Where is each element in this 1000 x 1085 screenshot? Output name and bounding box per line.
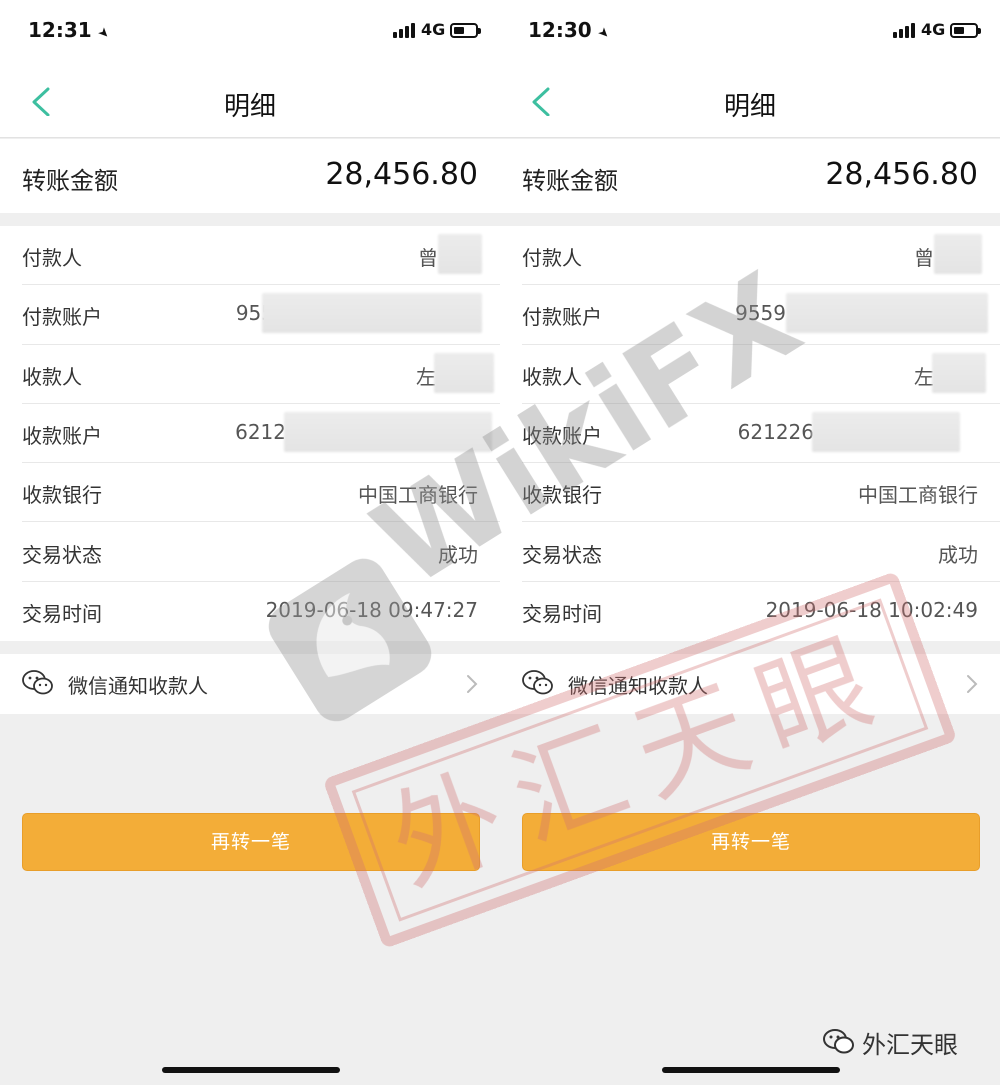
wechat-notify-row[interactable]: 微信通知收款人 (0, 654, 500, 714)
privacy-blur (932, 352, 986, 393)
detail-label: 交易时间 (22, 601, 102, 626)
chevron-right-icon (967, 675, 978, 693)
transfer-again-button[interactable]: 再转一笔 (522, 813, 980, 871)
detail-label: 收款银行 (22, 483, 102, 508)
detail-row-payer-account: 付款账户 955 (0, 285, 500, 345)
detail-label: 收款账户 (522, 423, 602, 448)
chevron-right-icon (467, 675, 478, 693)
transfer-again-button[interactable]: 再转一笔 (22, 813, 480, 871)
transfer-details: 付款人 曾 付款账户 9559 收款人 左 收款账户 621226 收款银行 中… (500, 226, 1000, 641)
footer-brand-text: 外汇天眼 (862, 1030, 958, 1059)
privacy-blur (262, 293, 482, 334)
signal-strength-icon (893, 22, 917, 38)
detail-row-time: 交易时间 2019-06-18 10:02:49 (500, 582, 1000, 641)
detail-value: 曾 (914, 246, 934, 270)
detail-value: 6212 (235, 419, 286, 444)
detail-row-payer-account: 付款账户 9559 (500, 285, 1000, 345)
location-arrow-icon: ➤ (93, 24, 113, 43)
detail-label: 付款人 (522, 246, 582, 270)
status-bar: 12:31 ➤ 4G (0, 0, 500, 62)
detail-row-status: 交易状态 成功 (0, 523, 500, 582)
detail-value: 2019-06-18 09:47:27 (265, 597, 478, 622)
privacy-blur (438, 234, 482, 274)
wechat-notify-label: 微信通知收款人 (568, 674, 708, 698)
status-time: 12:30 ➤ (528, 18, 613, 43)
detail-label: 交易时间 (522, 601, 602, 626)
detail-value: 中国工商银行 (358, 483, 478, 508)
nav-bar: 明细 (500, 62, 1000, 138)
home-indicator (662, 1067, 840, 1073)
battery-icon (450, 23, 481, 38)
detail-value: 左 (914, 364, 934, 389)
detail-value: 成功 (438, 542, 478, 567)
amount-label: 转账金额 (22, 167, 118, 195)
detail-label: 付款人 (22, 246, 82, 270)
detail-value: 左 (416, 364, 436, 389)
amount-value: 28,456.80 (325, 157, 478, 192)
wechat-notify-row[interactable]: 微信通知收款人 (500, 654, 1000, 714)
detail-label: 收款人 (522, 364, 582, 389)
detail-value: 中国工商银行 (858, 483, 978, 508)
detail-label: 付款账户 (522, 305, 602, 330)
detail-label: 收款人 (22, 364, 82, 389)
page-title: 明细 (223, 92, 276, 122)
detail-row-bank: 收款银行 中国工商银行 (0, 463, 500, 523)
location-arrow-icon: ➤ (593, 24, 613, 43)
detail-value: 曾 (418, 246, 438, 270)
privacy-blur (434, 352, 494, 393)
transfer-amount-row: 转账金额 28,456.80 (500, 139, 1000, 213)
wechat-icon (522, 670, 553, 695)
privacy-blur (284, 411, 492, 452)
phone-screen-right: 12:30 ➤ 4G 明细 转账金额 28,456.80 付款人 曾 付款账户 … (500, 0, 1000, 1085)
detail-row-payer: 付款人 曾 (0, 226, 500, 286)
detail-label: 收款账户 (22, 423, 102, 448)
detail-value: 9559 (735, 301, 786, 326)
detail-label: 交易状态 (522, 542, 602, 567)
network-type: 4G (921, 20, 946, 39)
detail-value: 621226 (737, 419, 814, 444)
detail-row-payee: 收款人 左 (0, 345, 500, 404)
detail-row-payer: 付款人 曾 (500, 226, 1000, 286)
amount-value: 28,456.80 (825, 157, 978, 192)
transfer-details: 付款人 曾 付款账户 955 收款人 左 收款账户 6212 收款银行 中国工商… (0, 226, 500, 641)
nav-bar: 明细 (0, 62, 500, 138)
detail-row-time: 交易时间 2019-06-18 09:47:27 (0, 582, 500, 641)
detail-label: 付款账户 (22, 305, 102, 330)
detail-row-bank: 收款银行 中国工商银行 (500, 463, 1000, 523)
network-type: 4G (421, 20, 446, 39)
detail-label: 交易状态 (22, 542, 102, 567)
footer-brand-mark: 外汇天眼 (822, 1022, 958, 1062)
comparison-stage: 12:31 ➤ 4G 明细 转账金额 28,456.80 付款人 曾 付款账户 … (0, 0, 1000, 1085)
wechat-notify-label: 微信通知收款人 (68, 674, 208, 698)
transfer-amount-row: 转账金额 28,456.80 (0, 139, 500, 213)
detail-row-payee-account: 收款账户 6212 (0, 404, 500, 464)
amount-label: 转账金额 (522, 167, 618, 195)
detail-label: 收款银行 (522, 483, 602, 508)
page-title: 明细 (723, 92, 776, 122)
privacy-blur (812, 411, 960, 452)
detail-row-status: 交易状态 成功 (500, 523, 1000, 582)
detail-value: 2019-06-18 10:02:49 (765, 597, 978, 622)
status-time: 12:31 ➤ (28, 18, 113, 43)
battery-icon (950, 23, 981, 38)
home-indicator (162, 1067, 340, 1073)
wechat-official-account-icon (823, 1029, 854, 1054)
detail-row-payee-account: 收款账户 621226 (500, 404, 1000, 464)
privacy-blur (786, 293, 988, 334)
signal-strength-icon (393, 22, 417, 38)
privacy-blur (934, 234, 982, 274)
wechat-icon (22, 670, 53, 695)
detail-row-payee: 收款人 左 (500, 345, 1000, 404)
phone-screen-left: 12:31 ➤ 4G 明细 转账金额 28,456.80 付款人 曾 付款账户 … (0, 0, 500, 1085)
detail-value: 成功 (938, 542, 978, 567)
status-bar: 12:30 ➤ 4G (500, 0, 1000, 62)
